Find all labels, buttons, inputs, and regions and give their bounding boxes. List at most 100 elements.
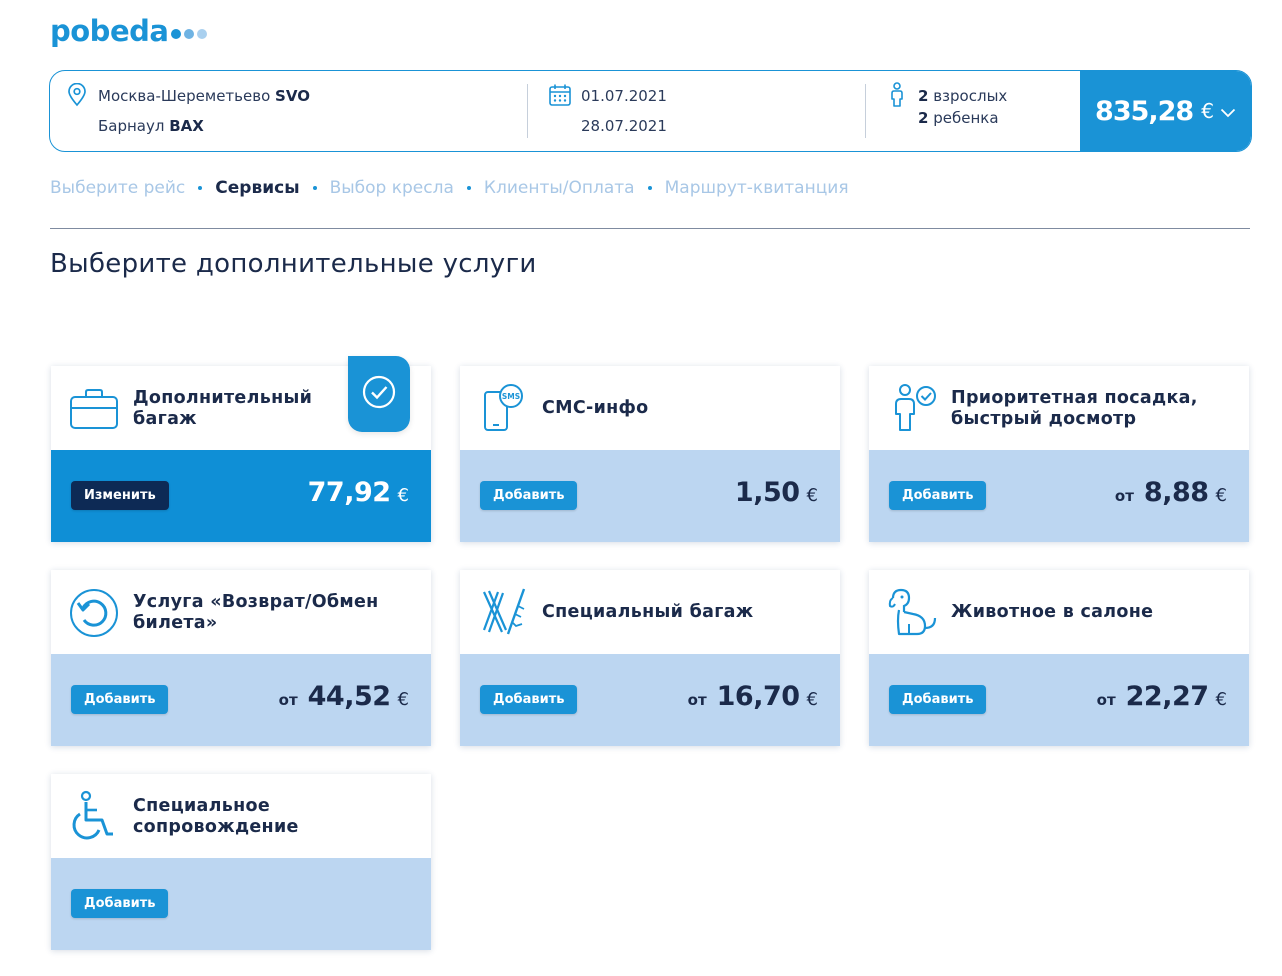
price-currency: € — [1215, 485, 1227, 506]
step-separator — [312, 186, 317, 190]
calendar-icon — [548, 83, 572, 111]
change-button[interactable]: Изменить — [71, 481, 169, 510]
suitcase-icon — [69, 388, 119, 434]
add-button[interactable]: Добавить — [889, 685, 987, 714]
step-select-flight[interactable]: Выберите рейс — [50, 178, 185, 198]
price-currency: € — [397, 485, 409, 506]
total-price-button[interactable]: 835,28 € — [1080, 71, 1251, 151]
service-title-line: Дополнительный — [133, 388, 313, 408]
search-summary-bar: Москва-Шереметьево SVO Барнаул BAX 01.07… — [49, 70, 1252, 152]
service-title-line: Специальный багаж — [542, 602, 754, 622]
service-price: 1,50 € — [735, 477, 818, 508]
service-title-line: Услуга «Возврат/Обмен — [133, 592, 379, 612]
service-price: от 22,27 € — [1097, 681, 1227, 712]
add-button[interactable]: Добавить — [71, 889, 169, 918]
step-clients-payment[interactable]: Клиенты/Оплата — [484, 178, 635, 198]
check-circle-icon — [361, 374, 397, 414]
adults-count: 2 — [918, 87, 929, 105]
add-button[interactable]: Добавить — [480, 481, 578, 510]
service-title-line: быстрый досмотр — [951, 409, 1137, 429]
dates-segment[interactable]: 01.07.2021 28.07.2021 — [528, 71, 866, 151]
service-price-panel: Добавить от 16,70 € — [460, 654, 840, 746]
service-title: Специальное сопровождение — [133, 796, 299, 838]
step-separator — [466, 186, 471, 190]
adults-label: взрослых — [933, 87, 1008, 105]
date-outbound: 01.07.2021 — [581, 87, 667, 105]
total-price: 835,28 — [1095, 95, 1194, 127]
selected-check-badge — [348, 356, 410, 432]
logo-dots — [171, 29, 208, 39]
service-title: Приоритетная посадка, быстрый досмотр — [951, 388, 1198, 430]
passengers-segment[interactable]: 2 взрослых 2 ребенка — [866, 71, 1080, 151]
adults: 2 взрослых — [918, 87, 1007, 105]
date-return: 28.07.2021 — [581, 117, 667, 135]
skis-icon — [478, 586, 530, 642]
destination: Барнаул BAX — [98, 117, 204, 135]
price-value: 22,27 — [1125, 681, 1209, 712]
service-title: Животное в салоне — [951, 602, 1153, 623]
service-title-line: билета» — [133, 613, 218, 633]
step-itinerary-receipt[interactable]: Маршрут-квитанция — [665, 178, 849, 198]
price-value: 8,88 — [1143, 477, 1209, 508]
svg-text:SMS: SMS — [502, 392, 520, 401]
price-from: от — [1096, 691, 1116, 709]
children-label: ребенка — [933, 109, 999, 127]
price-value: 1,50 — [734, 477, 800, 508]
step-seat-selection[interactable]: Выбор кресла — [330, 178, 454, 198]
service-price-panel: Добавить 1,50 € — [460, 450, 840, 542]
service-price-panel: Добавить — [51, 858, 431, 950]
logo-text: pobeda — [50, 14, 169, 48]
service-card-special-baggage[interactable]: Специальный багаж Добавить от 16,70 € — [460, 570, 840, 746]
service-title-line: Животное в салоне — [951, 602, 1154, 622]
service-card-special-assistance[interactable]: Специальное сопровождение Добавить — [51, 774, 431, 950]
service-title: Специальный багаж — [542, 602, 754, 623]
service-card-priority-boarding[interactable]: Приоритетная посадка, быстрый досмотр До… — [869, 366, 1249, 542]
price-from: от — [687, 691, 707, 709]
refund-arrow-icon — [69, 588, 119, 642]
service-title: СМС-инфо — [542, 398, 649, 419]
add-button[interactable]: Добавить — [889, 481, 987, 510]
service-title-line: СМС-инфо — [542, 398, 649, 418]
service-card-pet-in-cabin[interactable]: Животное в салоне Добавить от 22,27 € — [869, 570, 1249, 746]
price-currency: € — [806, 485, 818, 506]
destination-city: Барнаул — [98, 117, 165, 135]
page-title: Выберите дополнительные услуги — [50, 249, 537, 279]
price-value: 77,92 — [307, 477, 391, 508]
booking-steps: Выберите рейс Сервисы Выбор кресла Клиен… — [50, 178, 849, 198]
service-title-line: багаж — [133, 409, 197, 429]
dog-icon — [887, 586, 939, 644]
service-price: от 44,52 € — [279, 681, 409, 712]
destination-code: BAX — [169, 117, 204, 135]
person-check-icon — [889, 382, 939, 438]
step-separator — [198, 186, 203, 190]
step-services[interactable]: Сервисы — [215, 178, 299, 198]
service-price: от 8,88 € — [1115, 477, 1227, 508]
service-card-refund-exchange[interactable]: Услуга «Возврат/Обмен билета» Добавить о… — [51, 570, 431, 746]
logo[interactable]: pobeda — [50, 14, 208, 48]
children: 2 ребенка — [918, 109, 999, 127]
service-price: 77,92 € — [308, 477, 409, 508]
location-pin-icon — [67, 82, 87, 111]
origin: Москва-Шереметьево SVO — [98, 87, 310, 105]
price-from: от — [1114, 487, 1134, 505]
service-title-line: Специальное — [133, 796, 271, 816]
children-count: 2 — [918, 109, 929, 127]
service-price-panel: Добавить от 8,88 € — [869, 450, 1249, 542]
add-button[interactable]: Добавить — [71, 685, 169, 714]
origin-city: Москва-Шереметьево — [98, 87, 271, 105]
price-value: 16,70 — [716, 681, 800, 712]
service-card-sms-info[interactable]: SMS СМС-инфо Добавить 1,50 € — [460, 366, 840, 542]
person-icon — [888, 82, 906, 112]
service-title: Услуга «Возврат/Обмен билета» — [133, 592, 379, 634]
service-title-line: Приоритетная посадка, — [951, 388, 1198, 408]
step-separator — [647, 186, 652, 190]
total-currency: € — [1201, 99, 1214, 123]
route-segment[interactable]: Москва-Шереметьево SVO Барнаул BAX — [50, 71, 528, 151]
price-value: 44,52 — [307, 681, 391, 712]
add-button[interactable]: Добавить — [480, 685, 578, 714]
price-currency: € — [397, 689, 409, 710]
service-title: Дополнительный багаж — [133, 388, 312, 430]
service-price-panel: Добавить от 44,52 € — [51, 654, 431, 746]
price-from: от — [278, 691, 298, 709]
price-currency: € — [806, 689, 818, 710]
